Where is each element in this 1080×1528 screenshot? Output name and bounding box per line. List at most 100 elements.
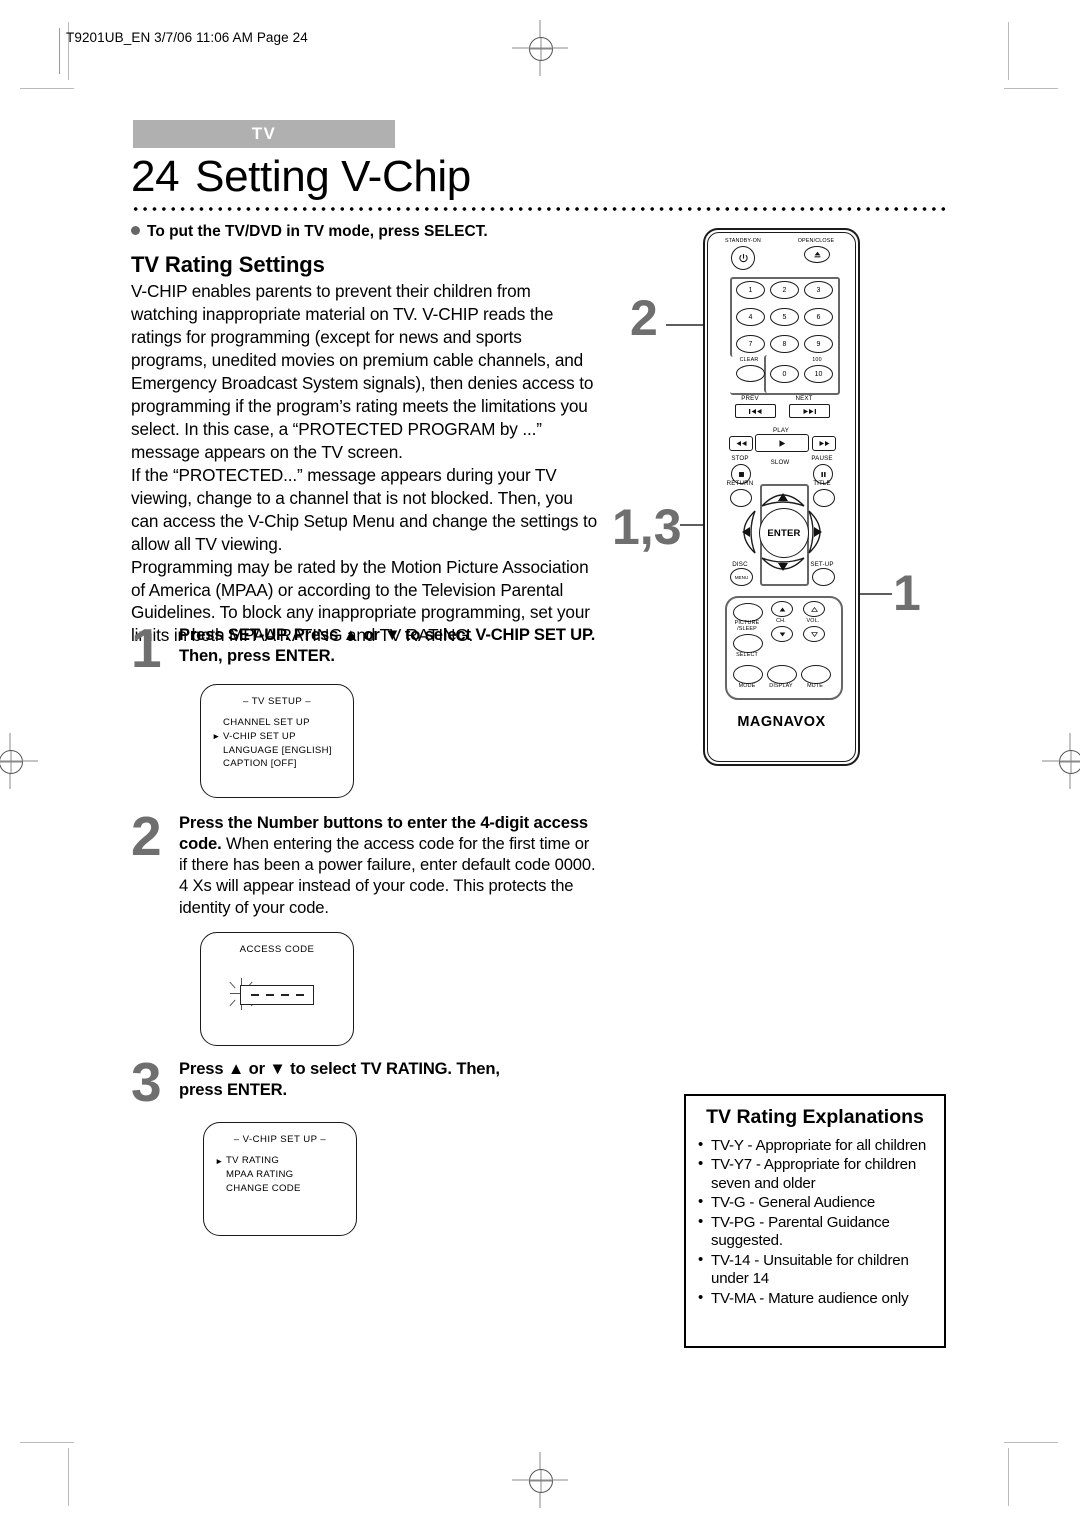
step-1-number: 1 — [131, 617, 162, 679]
play-icon — [779, 439, 786, 447]
explanation-item: TV-Y7 - Appropriate for children seven a… — [698, 1155, 936, 1194]
volume-label: VOL. — [806, 618, 820, 624]
select-button[interactable] — [733, 634, 763, 653]
osd-item: ► V-CHIP SET UP — [212, 730, 353, 744]
osd-vchip-setup: – V-CHIP SET UP – ► TV RATING MPAA RATING… — [203, 1122, 357, 1236]
step-3: 3 Press ▲ or ▼ to select TV RATING. Then… — [131, 1054, 531, 1109]
slow-label: SLOW — [770, 459, 790, 466]
callout-1-3: 1,3 — [612, 499, 682, 555]
osd-item-label: V-CHIP SET UP — [223, 730, 296, 742]
osd-item: MPAA RATING — [226, 1168, 356, 1182]
osd-tv-setup: – TV SETUP – CHANNEL SET UP ► V-CHIP SET … — [200, 684, 354, 798]
next-button[interactable] — [789, 404, 830, 418]
page-title: 24 Setting V-Chip — [131, 152, 471, 202]
number-button-4[interactable]: 4 — [736, 308, 765, 326]
osd-item-label: CAPTION [OFF] — [223, 758, 297, 770]
left-column: To put the TV/DVD in TV mode, press SELE… — [131, 222, 601, 647]
number-button-6[interactable]: 6 — [804, 308, 833, 326]
intro-paragraph-1: V-CHIP enables parents to prevent their … — [131, 281, 594, 462]
triangle-down-icon — [779, 632, 785, 636]
osd-item-label: CHANGE CODE — [226, 1182, 301, 1194]
osd-access-code-title: ACCESS CODE — [239, 944, 315, 955]
mute-button[interactable] — [801, 665, 831, 684]
crop-line — [1008, 1448, 1009, 1506]
nav-down-button[interactable] — [759, 556, 807, 583]
triangle-down-outline-icon — [810, 631, 818, 637]
brand-logo: MAGNAVOX — [737, 714, 826, 730]
disc-menu-button[interactable]: MENU — [730, 568, 753, 586]
stop-label: STOP — [731, 455, 749, 462]
crop-line — [1008, 22, 1009, 80]
step-1-instruction: Press SET-UP. Press ▲ or ▼ to select V-C… — [179, 625, 596, 666]
osd-item-label: MPAA RATING — [226, 1168, 294, 1180]
step-2: 2 Press the Number buttons to enter the … — [131, 808, 601, 918]
osd-item-label: TV RATING — [226, 1155, 280, 1166]
clear-label: CLEAR — [739, 357, 759, 363]
play-button[interactable] — [755, 434, 809, 452]
number-button-10[interactable]: 10 — [804, 365, 833, 383]
page-number: 24 — [131, 152, 180, 201]
setup-button[interactable] — [812, 568, 835, 586]
nav-left-button[interactable] — [735, 508, 757, 561]
clear-button[interactable] — [736, 365, 765, 382]
tv-rating-explanations-box: TV Rating Explanations TV-Y - Appropriat… — [684, 1094, 946, 1348]
number-button-3[interactable]: 3 — [804, 281, 833, 299]
rewind-button[interactable] — [729, 436, 753, 451]
remote-control: STANDBY-ON OPEN/CLOSE 1 2 3 4 5 6 7 8 9 … — [703, 228, 860, 766]
volume-up-button[interactable] — [803, 601, 825, 617]
explanation-item: TV-PG - Parental Guidance suggested. — [698, 1213, 936, 1252]
registration-mark-left — [0, 733, 38, 789]
next-label: NEXT — [795, 395, 813, 402]
stop-icon — [738, 471, 744, 477]
display-button[interactable] — [767, 665, 797, 684]
section-tab-label: TV — [251, 124, 277, 143]
step-2-text: Press the Number buttons to enter the 4-… — [179, 812, 601, 918]
pause-label: PAUSE — [811, 455, 833, 462]
access-code-field[interactable] — [240, 985, 314, 1005]
picture-sleep-label: PICTURE/SLEEP — [735, 620, 760, 632]
sleep-label: /SLEEP — [737, 625, 757, 632]
registration-mark-top — [512, 20, 568, 76]
osd-item: ► TV RATING — [215, 1154, 356, 1168]
explanations-list: TV-Y - Appropriate for all children TV-Y… — [686, 1136, 944, 1309]
eject-icon — [814, 251, 820, 258]
number-button-5[interactable]: 5 — [770, 308, 799, 326]
osd-vchip-setup-list: ► TV RATING MPAA RATING CHANGE CODE — [204, 1154, 356, 1195]
osd-vchip-setup-title: – V-CHIP SET UP – — [233, 1134, 327, 1145]
pause-icon — [820, 471, 826, 477]
osd-tv-setup-title: – TV SETUP – — [243, 696, 311, 707]
nav-right-button[interactable] — [807, 508, 829, 561]
step-3-number: 3 — [131, 1051, 162, 1113]
section-heading: TV Rating Settings — [131, 252, 325, 278]
mode-button[interactable] — [733, 665, 763, 684]
step-2-detail: When entering the access code for the fi… — [179, 834, 596, 917]
channel-down-button[interactable] — [771, 626, 793, 642]
intro-paragraph-2: If the “PROTECTED...” message appears du… — [131, 464, 598, 554]
volume-down-button[interactable] — [803, 626, 825, 642]
channel-up-button[interactable] — [771, 601, 793, 617]
prev-button[interactable] — [735, 404, 776, 418]
fast-forward-button[interactable] — [812, 436, 836, 451]
osd-item: CHANNEL SET UP — [223, 716, 353, 730]
skip-forward-icon — [803, 408, 816, 414]
dotted-divider — [131, 206, 948, 212]
number-button-1[interactable]: 1 — [736, 281, 765, 299]
enter-button[interactable]: ENTER — [759, 508, 809, 558]
number-button-2[interactable]: 2 — [770, 281, 799, 299]
callout-2: 2 — [630, 290, 658, 346]
crop-line — [20, 88, 74, 89]
crop-line — [68, 1448, 69, 1506]
osd-item-label: CHANNEL SET UP — [223, 717, 310, 728]
number-button-8[interactable]: 8 — [770, 335, 799, 353]
cursor-icon: ► — [212, 731, 221, 742]
number-button-9[interactable]: 9 — [804, 335, 833, 353]
open-close-button[interactable] — [804, 246, 830, 263]
number-button-0[interactable]: 0 — [770, 365, 799, 383]
explanation-item: TV-Y - Appropriate for all children — [698, 1136, 936, 1156]
intro-body: V-CHIP enables parents to prevent their … — [131, 280, 601, 647]
mode-label: MODE — [738, 683, 756, 689]
number-button-7[interactable]: 7 — [736, 335, 765, 353]
standby-on-button[interactable] — [731, 246, 755, 270]
triangle-up-outline-icon — [810, 606, 818, 612]
osd-item: CAPTION [OFF] — [223, 757, 353, 771]
